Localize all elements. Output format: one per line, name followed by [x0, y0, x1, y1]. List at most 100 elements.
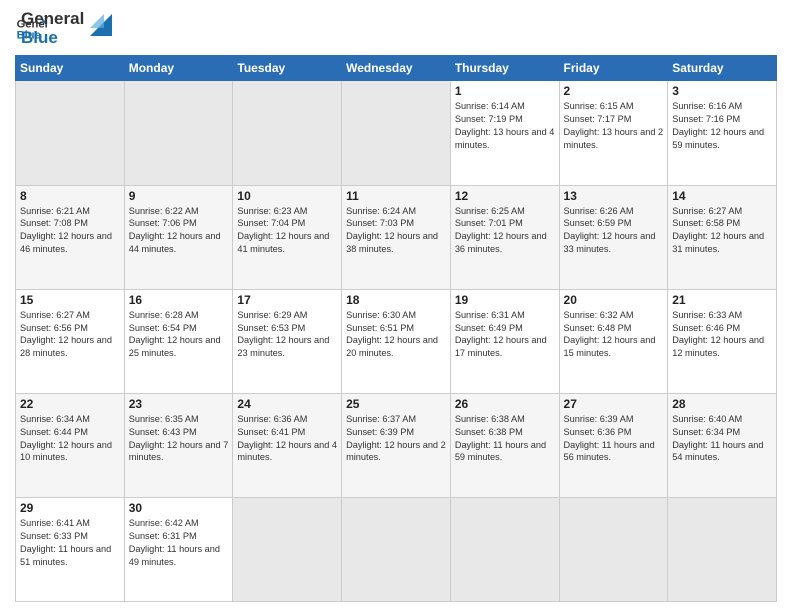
- day-info: Sunrise: 6:36 AM Sunset: 6:41 PM Dayligh…: [237, 413, 337, 465]
- day-info: Sunrise: 6:35 AM Sunset: 6:43 PM Dayligh…: [129, 413, 229, 465]
- daylight-label: Daylight: 13 hours and 2 minutes.: [564, 127, 664, 150]
- calendar-week-row: 22 Sunrise: 6:34 AM Sunset: 6:44 PM Dayl…: [16, 393, 777, 497]
- day-number: 24: [237, 397, 337, 411]
- calendar-day-cell: 3 Sunrise: 6:16 AM Sunset: 7:16 PM Dayli…: [668, 81, 777, 185]
- day-number: 30: [129, 501, 229, 515]
- sunset-label: Sunset: 6:53 PM: [237, 323, 305, 333]
- calendar-day-cell: 14 Sunrise: 6:27 AM Sunset: 6:58 PM Dayl…: [668, 185, 777, 289]
- day-number: 16: [129, 293, 229, 307]
- day-number: 18: [346, 293, 446, 307]
- calendar-day-cell: 22 Sunrise: 6:34 AM Sunset: 6:44 PM Dayl…: [16, 393, 125, 497]
- calendar-week-row: 1 Sunrise: 6:14 AM Sunset: 7:19 PM Dayli…: [16, 81, 777, 185]
- day-number: 8: [20, 189, 120, 203]
- calendar-day-cell: 15 Sunrise: 6:27 AM Sunset: 6:56 PM Dayl…: [16, 289, 125, 393]
- daylight-label: Daylight: 12 hours and 41 minutes.: [237, 231, 329, 254]
- daylight-label: Daylight: 12 hours and 31 minutes.: [672, 231, 764, 254]
- daylight-label: Daylight: 12 hours and 12 minutes.: [672, 335, 764, 358]
- sunset-label: Sunset: 6:33 PM: [20, 531, 88, 541]
- calendar-day-cell: 29 Sunrise: 6:41 AM Sunset: 6:33 PM Dayl…: [16, 497, 125, 601]
- day-info: Sunrise: 6:40 AM Sunset: 6:34 PM Dayligh…: [672, 413, 772, 465]
- sunrise-label: Sunrise: 6:30 AM: [346, 310, 416, 320]
- calendar-day-cell: 13 Sunrise: 6:26 AM Sunset: 6:59 PM Dayl…: [559, 185, 668, 289]
- sunrise-label: Sunrise: 6:29 AM: [237, 310, 307, 320]
- sunset-label: Sunset: 6:41 PM: [237, 427, 305, 437]
- day-info: Sunrise: 6:34 AM Sunset: 6:44 PM Dayligh…: [20, 413, 120, 465]
- sunrise-label: Sunrise: 6:33 AM: [672, 310, 742, 320]
- sunset-label: Sunset: 6:31 PM: [129, 531, 197, 541]
- sunset-label: Sunset: 6:49 PM: [455, 323, 523, 333]
- day-number: 21: [672, 293, 772, 307]
- calendar-day-cell: 20 Sunrise: 6:32 AM Sunset: 6:48 PM Dayl…: [559, 289, 668, 393]
- sunset-label: Sunset: 6:56 PM: [20, 323, 88, 333]
- daylight-label: Daylight: 12 hours and 44 minutes.: [129, 231, 221, 254]
- day-info: Sunrise: 6:22 AM Sunset: 7:06 PM Dayligh…: [129, 205, 229, 257]
- day-number: 17: [237, 293, 337, 307]
- calendar-day-cell: 1 Sunrise: 6:14 AM Sunset: 7:19 PM Dayli…: [450, 81, 559, 185]
- sunset-label: Sunset: 7:01 PM: [455, 218, 523, 228]
- sunset-label: Sunset: 7:04 PM: [237, 218, 305, 228]
- daylight-label: Daylight: 12 hours and 28 minutes.: [20, 335, 112, 358]
- calendar-day-cell: [342, 81, 451, 185]
- calendar-day-cell: 9 Sunrise: 6:22 AM Sunset: 7:06 PM Dayli…: [124, 185, 233, 289]
- calendar-day-cell: 19 Sunrise: 6:31 AM Sunset: 6:49 PM Dayl…: [450, 289, 559, 393]
- sunrise-label: Sunrise: 6:16 AM: [672, 101, 742, 111]
- sunset-label: Sunset: 7:08 PM: [20, 218, 88, 228]
- calendar-day-cell: 24 Sunrise: 6:36 AM Sunset: 6:41 PM Dayl…: [233, 393, 342, 497]
- daylight-label: Daylight: 12 hours and 2 minutes.: [346, 440, 446, 463]
- day-number: 12: [455, 189, 555, 203]
- day-info: Sunrise: 6:30 AM Sunset: 6:51 PM Dayligh…: [346, 309, 446, 361]
- calendar-week-row: 29 Sunrise: 6:41 AM Sunset: 6:33 PM Dayl…: [16, 497, 777, 601]
- logo-arrow-icon: [90, 14, 112, 36]
- calendar-day-cell: [124, 81, 233, 185]
- sunset-label: Sunset: 7:17 PM: [564, 114, 632, 124]
- calendar-day-cell: 11 Sunrise: 6:24 AM Sunset: 7:03 PM Dayl…: [342, 185, 451, 289]
- sunrise-label: Sunrise: 6:39 AM: [564, 414, 634, 424]
- calendar-day-cell: [233, 81, 342, 185]
- sunrise-label: Sunrise: 6:14 AM: [455, 101, 525, 111]
- day-number: 23: [129, 397, 229, 411]
- sunrise-label: Sunrise: 6:28 AM: [129, 310, 199, 320]
- day-info: Sunrise: 6:42 AM Sunset: 6:31 PM Dayligh…: [129, 517, 229, 569]
- sunset-label: Sunset: 6:58 PM: [672, 218, 740, 228]
- calendar-table: SundayMondayTuesdayWednesdayThursdayFrid…: [15, 55, 777, 602]
- sunrise-label: Sunrise: 6:35 AM: [129, 414, 199, 424]
- day-number: 13: [564, 189, 664, 203]
- calendar-day-cell: [233, 497, 342, 601]
- sunrise-label: Sunrise: 6:27 AM: [20, 310, 90, 320]
- calendar-week-row: 15 Sunrise: 6:27 AM Sunset: 6:56 PM Dayl…: [16, 289, 777, 393]
- sunset-label: Sunset: 6:34 PM: [672, 427, 740, 437]
- sunset-label: Sunset: 6:38 PM: [455, 427, 523, 437]
- calendar-day-cell: 26 Sunrise: 6:38 AM Sunset: 6:38 PM Dayl…: [450, 393, 559, 497]
- day-number: 1: [455, 84, 555, 98]
- calendar-day-cell: 25 Sunrise: 6:37 AM Sunset: 6:39 PM Dayl…: [342, 393, 451, 497]
- sunrise-label: Sunrise: 6:41 AM: [20, 518, 90, 528]
- day-number: 27: [564, 397, 664, 411]
- logo-blue: Blue: [21, 29, 84, 48]
- sunset-label: Sunset: 6:43 PM: [129, 427, 197, 437]
- sunrise-label: Sunrise: 6:26 AM: [564, 206, 634, 216]
- day-number: 20: [564, 293, 664, 307]
- day-number: 29: [20, 501, 120, 515]
- day-info: Sunrise: 6:14 AM Sunset: 7:19 PM Dayligh…: [455, 100, 555, 152]
- sunrise-label: Sunrise: 6:27 AM: [672, 206, 742, 216]
- sunset-label: Sunset: 6:44 PM: [20, 427, 88, 437]
- day-info: Sunrise: 6:28 AM Sunset: 6:54 PM Dayligh…: [129, 309, 229, 361]
- day-number: 2: [564, 84, 664, 98]
- sunrise-label: Sunrise: 6:31 AM: [455, 310, 525, 320]
- day-info: Sunrise: 6:37 AM Sunset: 6:39 PM Dayligh…: [346, 413, 446, 465]
- daylight-label: Daylight: 12 hours and 23 minutes.: [237, 335, 329, 358]
- sunrise-label: Sunrise: 6:40 AM: [672, 414, 742, 424]
- daylight-label: Daylight: 12 hours and 7 minutes.: [129, 440, 229, 463]
- day-info: Sunrise: 6:25 AM Sunset: 7:01 PM Dayligh…: [455, 205, 555, 257]
- daylight-label: Daylight: 11 hours and 54 minutes.: [672, 440, 763, 463]
- day-of-week-header: Wednesday: [342, 56, 451, 81]
- calendar-day-cell: [450, 497, 559, 601]
- calendar-day-cell: [668, 497, 777, 601]
- day-number: 26: [455, 397, 555, 411]
- calendar-day-cell: 12 Sunrise: 6:25 AM Sunset: 7:01 PM Dayl…: [450, 185, 559, 289]
- sunset-label: Sunset: 6:59 PM: [564, 218, 632, 228]
- daylight-label: Daylight: 12 hours and 25 minutes.: [129, 335, 221, 358]
- sunrise-label: Sunrise: 6:24 AM: [346, 206, 416, 216]
- daylight-label: Daylight: 12 hours and 36 minutes.: [455, 231, 547, 254]
- day-info: Sunrise: 6:21 AM Sunset: 7:08 PM Dayligh…: [20, 205, 120, 257]
